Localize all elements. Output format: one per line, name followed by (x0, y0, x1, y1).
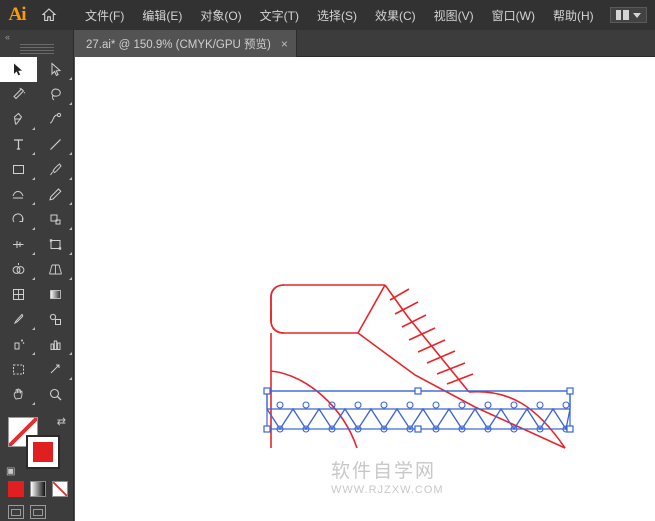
tool-flyout-indicator (69, 102, 72, 105)
line-segment-tool[interactable] (37, 132, 74, 157)
slice-tool[interactable] (37, 357, 74, 382)
selection-tool[interactable] (0, 57, 37, 82)
tool-flyout-indicator (32, 327, 35, 330)
home-icon[interactable] (34, 0, 64, 30)
chevron-down-icon (633, 12, 641, 18)
artboard-tool[interactable] (0, 357, 37, 382)
grid-icon (616, 10, 629, 20)
shaper-tool[interactable] (0, 182, 37, 207)
tools-panel-collapse[interactable]: « (0, 30, 73, 44)
perspective-grid-tool[interactable] (37, 257, 74, 282)
menu-type[interactable]: 文字(T) (251, 3, 308, 28)
menu-bar: Ai 文件(F) 编辑(E) 对象(O) 文字(T) 选择(S) 效果(C) 视… (0, 0, 655, 30)
tool-grid (0, 57, 73, 407)
magic-wand-tool[interactable] (0, 82, 37, 107)
tool-flyout-indicator (32, 152, 35, 155)
tool-flyout-indicator (32, 127, 35, 130)
tool-flyout-indicator (69, 252, 72, 255)
column-graph-tool[interactable] (37, 332, 74, 357)
swap-fill-stroke-icon[interactable]: ⇄ (57, 415, 66, 428)
artboard-canvas[interactable]: 软件自学网 WWW.RJZXW.COM (75, 57, 655, 521)
pencil-tool[interactable] (37, 182, 74, 207)
watermark: 软件自学网 WWW.RJZXW.COM (331, 456, 444, 496)
menu-select[interactable]: 选择(S) (308, 3, 366, 28)
tool-flyout-indicator (69, 77, 72, 80)
tool-flyout-indicator (69, 202, 72, 205)
tool-flyout-indicator (32, 402, 35, 405)
document-tab-label: 27.ai* @ 150.9% (CMYK/GPU 预览) (86, 38, 271, 51)
fill-stroke-controls: ⇄ ▣ (6, 415, 66, 477)
menu-view[interactable]: 视图(V) (425, 3, 483, 28)
screen-mode-normal-button[interactable] (8, 505, 24, 519)
tool-flyout-indicator (32, 177, 35, 180)
none-mode-button[interactable] (52, 481, 68, 497)
tool-flyout-indicator (32, 227, 35, 230)
pen-tool[interactable] (0, 107, 37, 132)
tool-flyout-indicator (69, 352, 72, 355)
gradient-tool[interactable] (37, 282, 74, 307)
blend-tool[interactable] (37, 307, 74, 332)
shape-builder-tool[interactable] (0, 257, 37, 282)
sole-selected-object (263, 387, 574, 433)
width-tool[interactable] (0, 232, 37, 257)
type-tool[interactable] (0, 132, 37, 157)
illustrator-window: Ai 文件(F) 编辑(E) 对象(O) 文字(T) 选择(S) 效果(C) 视… (0, 0, 655, 521)
paintbrush-tool[interactable] (37, 157, 74, 182)
tool-flyout-indicator (69, 277, 72, 280)
lasso-tool[interactable] (37, 82, 74, 107)
direct-selection-tool[interactable] (37, 57, 74, 82)
menu-help[interactable]: 帮助(H) (544, 3, 603, 28)
document-tab[interactable]: 27.ai* @ 150.9% (CMYK/GPU 预览) × (74, 30, 297, 57)
stroke-color-inner (33, 442, 53, 462)
tool-flyout-indicator (32, 202, 35, 205)
tool-flyout-indicator (69, 152, 72, 155)
boot-outline-artwork (263, 284, 574, 449)
menu-file[interactable]: 文件(F) (76, 3, 133, 28)
menu-window[interactable]: 窗口(W) (483, 3, 544, 28)
gradient-mode-button[interactable] (30, 481, 46, 497)
symbol-sprayer-tool[interactable] (0, 332, 37, 357)
screen-mode-buttons (8, 505, 73, 519)
watermark-subtext: WWW.RJZXW.COM (331, 484, 444, 496)
mesh-tool[interactable] (0, 282, 37, 307)
scale-tool[interactable] (37, 207, 74, 232)
tool-flyout-indicator (69, 227, 72, 230)
eyedropper-tool[interactable] (0, 307, 37, 332)
tool-flyout-indicator (32, 352, 35, 355)
tool-flyout-indicator (32, 252, 35, 255)
stroke-swatch[interactable] (26, 435, 60, 469)
document-tab-bar: 27.ai* @ 150.9% (CMYK/GPU 预览) × (0, 30, 655, 57)
color-mode-button[interactable] (8, 481, 24, 497)
tools-panel: « ⇄ ▣ (0, 30, 74, 521)
close-icon[interactable]: × (281, 38, 288, 50)
watermark-text: 软件自学网 (331, 461, 437, 482)
rectangle-tool[interactable] (0, 157, 37, 182)
tools-panel-drag-handle[interactable] (19, 44, 54, 54)
default-fill-stroke-icon[interactable]: ▣ (6, 466, 15, 477)
screen-mode-full-button[interactable] (30, 505, 46, 519)
rotate-tool[interactable] (0, 207, 37, 232)
menu-object[interactable]: 对象(O) (191, 3, 250, 28)
menu-items: 文件(F) 编辑(E) 对象(O) 文字(T) 选择(S) 效果(C) 视图(V… (76, 3, 603, 28)
free-transform-tool[interactable] (37, 232, 74, 257)
color-mode-buttons (8, 481, 73, 497)
tool-flyout-indicator (69, 377, 72, 380)
tool-flyout-indicator (32, 277, 35, 280)
app-logo: Ai (8, 4, 27, 25)
hand-tool[interactable] (0, 382, 37, 407)
menu-edit[interactable]: 编辑(E) (133, 3, 191, 28)
menu-effect[interactable]: 效果(C) (366, 3, 425, 28)
arrange-documents-button[interactable] (610, 7, 647, 23)
tool-flyout-indicator (69, 177, 72, 180)
menu-bar-right (610, 0, 647, 30)
zoom-tool[interactable] (37, 382, 74, 407)
curvature-tool[interactable] (37, 107, 74, 132)
